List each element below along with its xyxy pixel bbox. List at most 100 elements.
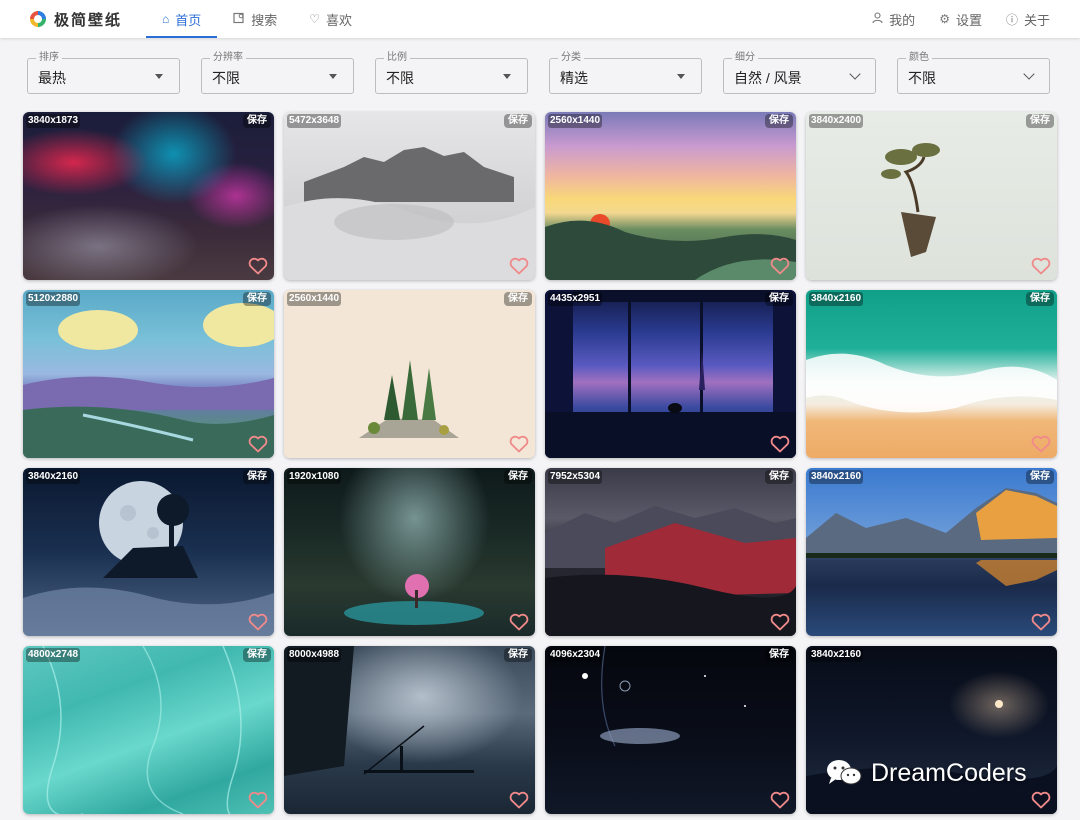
save-button[interactable]: 保存	[1026, 292, 1054, 306]
chevron-down-icon	[1023, 68, 1035, 80]
wallpaper-thumbnail	[23, 290, 274, 458]
resolution-select[interactable]: 分辨率 不限	[201, 52, 354, 94]
wallpaper-card[interactable]: 1920x1080 保存	[284, 468, 535, 636]
subcategory-select[interactable]: 细分 自然 / 风景	[723, 52, 876, 94]
resolution-badge: 7952x5304	[548, 470, 603, 484]
wallpaper-thumbnail	[284, 112, 535, 280]
wallpaper-thumbnail	[23, 112, 274, 280]
heart-icon[interactable]	[1031, 791, 1051, 809]
category-select[interactable]: 分类 精选	[549, 52, 702, 94]
heart-icon[interactable]	[509, 613, 529, 631]
main-nav: ⌂ 首页 搜索 ♡ 喜欢	[146, 0, 368, 38]
save-button[interactable]: 保存	[504, 114, 532, 128]
filter-bar: 排序 最热 分辨率 不限 比例 不限 分类 精选 细分 自然 / 风景 颜色 不…	[27, 52, 1050, 94]
wallpaper-thumbnail	[545, 646, 796, 814]
heart-icon[interactable]	[770, 257, 790, 275]
nav-about[interactable]: ⓘ 关于	[994, 0, 1062, 38]
wallpaper-thumbnail	[23, 646, 274, 814]
app-logo[interactable]: 极简壁纸	[30, 9, 146, 30]
resolution-badge: 3840x2400	[809, 114, 864, 128]
heart-icon[interactable]	[1031, 613, 1051, 631]
nav-mine[interactable]: 我的	[860, 0, 927, 38]
save-button[interactable]: 保存	[504, 292, 532, 306]
wallpaper-card[interactable]: 7952x5304 保存	[545, 468, 796, 636]
subcategory-select-label: 细分	[732, 52, 758, 64]
nav-mine-label: 我的	[889, 12, 916, 28]
wallpaper-thumbnail	[284, 646, 535, 814]
wallpaper-thumbnail	[806, 468, 1057, 636]
wallpaper-card[interactable]: 3840x2400 保存	[806, 112, 1057, 280]
save-button[interactable]: 保存	[765, 292, 793, 306]
wallpaper-thumbnail	[806, 290, 1057, 458]
wallpaper-card[interactable]: 3840x2160	[806, 646, 1057, 814]
resolution-badge: 3840x2160	[809, 470, 864, 484]
nav-favorites[interactable]: ♡ 喜欢	[293, 0, 368, 38]
wallpaper-card[interactable]: 2560x1440 保存	[545, 112, 796, 280]
heart-icon[interactable]	[248, 257, 268, 275]
caret-down-icon	[329, 74, 337, 79]
ratio-select-label: 比例	[384, 52, 410, 64]
save-button[interactable]: 保存	[1026, 470, 1054, 484]
heart-icon[interactable]	[248, 435, 268, 453]
nav-home[interactable]: ⌂ 首页	[146, 0, 218, 38]
save-button[interactable]: 保存	[504, 648, 532, 662]
heart-icon[interactable]	[248, 613, 268, 631]
heart-icon[interactable]	[248, 791, 268, 809]
save-button[interactable]: 保存	[765, 114, 793, 128]
ratio-select[interactable]: 比例 不限	[375, 52, 528, 94]
heart-icon[interactable]	[509, 435, 529, 453]
resolution-badge: 3840x2160	[26, 470, 81, 484]
watermark: DreamCoders	[825, 758, 1027, 788]
nav-search-label: 搜索	[251, 12, 278, 28]
sort-select[interactable]: 排序 最热	[27, 52, 180, 94]
save-button[interactable]: 保存	[504, 470, 532, 484]
heart-icon[interactable]	[770, 613, 790, 631]
heart-icon[interactable]	[770, 435, 790, 453]
info-icon: ⓘ	[1005, 12, 1018, 27]
nav-favorites-label: 喜欢	[326, 12, 353, 28]
ratio-select-value: 不限	[386, 70, 414, 86]
nav-search[interactable]: 搜索	[217, 0, 293, 38]
nav-right: 我的 ⚙ 设置 ⓘ 关于	[860, 0, 1062, 38]
resolution-badge: 5120x2880	[26, 292, 81, 306]
save-button[interactable]: 保存	[243, 648, 271, 662]
resolution-badge: 2560x1440	[287, 292, 342, 306]
wallpaper-card[interactable]: 3840x2160 保存	[806, 290, 1057, 458]
resolution-badge: 4800x2748	[26, 648, 81, 662]
nav-settings[interactable]: ⚙ 设置	[927, 0, 994, 38]
heart-icon[interactable]	[509, 257, 529, 275]
heart-icon[interactable]	[509, 791, 529, 809]
caret-down-icon	[155, 74, 163, 79]
wallpaper-card[interactable]: 3840x2160 保存	[806, 468, 1057, 636]
wallpaper-card[interactable]: 4800x2748 保存	[23, 646, 274, 814]
save-button[interactable]: 保存	[765, 648, 793, 662]
wallpaper-card[interactable]: 5120x2880 保存	[23, 290, 274, 458]
resolution-badge: 3840x2160	[809, 292, 864, 306]
color-select-label: 颜色	[906, 52, 932, 64]
wallpaper-card[interactable]: 4435x2951 保存	[545, 290, 796, 458]
wallpaper-card[interactable]: 5472x3648 保存	[284, 112, 535, 280]
wallpaper-card[interactable]: 2560x1440 保存	[284, 290, 535, 458]
save-button[interactable]: 保存	[765, 470, 793, 484]
color-select[interactable]: 颜色 不限	[897, 52, 1050, 94]
wallpaper-card[interactable]: 3840x2160 保存	[23, 468, 274, 636]
save-button[interactable]: 保存	[243, 114, 271, 128]
wallpaper-card[interactable]: 4096x2304 保存	[545, 646, 796, 814]
wallpaper-card[interactable]: 8000x4988 保存	[284, 646, 535, 814]
save-button[interactable]: 保存	[243, 470, 271, 484]
heart-icon[interactable]	[770, 791, 790, 809]
app-title: 极简壁纸	[54, 11, 123, 29]
save-button[interactable]: 保存	[243, 292, 271, 306]
wallpaper-thumbnail	[284, 290, 535, 458]
wallpaper-card[interactable]: 3840x1873 保存	[23, 112, 274, 280]
wallpaper-grid: 3840x1873 保存 5472x3648 保存 2560x1440 保存 3…	[23, 112, 1059, 814]
home-icon: ⌂	[162, 12, 170, 26]
wallpaper-thumbnail	[284, 468, 535, 636]
resolution-select-label: 分辨率	[210, 52, 246, 64]
heart-icon[interactable]	[1031, 257, 1051, 275]
resolution-badge: 1920x1080	[287, 470, 342, 484]
category-select-value: 精选	[560, 70, 588, 86]
heart-icon[interactable]	[1031, 435, 1051, 453]
sort-select-value: 最热	[38, 70, 66, 86]
save-button[interactable]: 保存	[1026, 114, 1054, 128]
